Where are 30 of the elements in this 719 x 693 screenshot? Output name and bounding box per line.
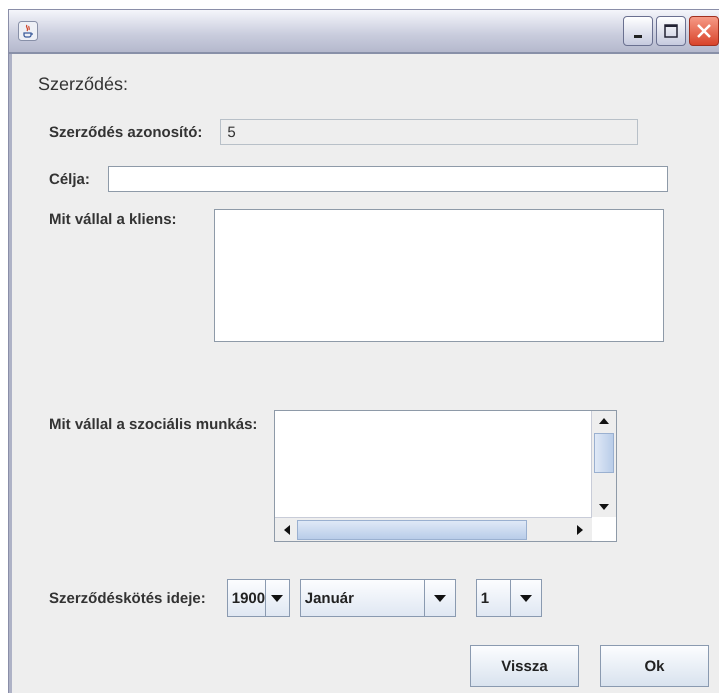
minimize-icon — [634, 34, 642, 38]
coffee-cup-icon — [18, 21, 38, 41]
close-button[interactable] — [689, 16, 719, 46]
scroll-thumb[interactable] — [297, 520, 528, 540]
section-heading: Szerződés: — [38, 74, 130, 95]
horizontal-scrollbar[interactable] — [275, 517, 592, 541]
dialog-button[interactable]: Vissza — [470, 645, 579, 687]
maximize-icon — [664, 24, 678, 38]
right-arrow-icon[interactable] — [576, 524, 584, 534]
caret-icon — [271, 594, 284, 602]
field-label: Célja: — [49, 170, 90, 188]
field-label: Mit vállal a kliens: — [49, 211, 177, 228]
caret-icon — [434, 594, 446, 602]
month-dropdown[interactable]: Január — [300, 579, 456, 617]
down-arrow-icon[interactable] — [599, 503, 610, 511]
year-dropdown[interactable]: 1900 — [226, 579, 290, 617]
left-arrow-icon[interactable] — [283, 524, 292, 534]
field-label: Mit vállal a szociális munkás: — [49, 416, 258, 433]
dialog-button[interactable]: Ok — [600, 645, 709, 687]
vertical-scrollbar[interactable] — [591, 411, 616, 517]
up-arrow-icon[interactable] — [599, 417, 610, 425]
field-label: Szerződés azonosító: — [49, 124, 202, 140]
maximize-button[interactable] — [656, 16, 686, 46]
day-dropdown[interactable]: 1 — [476, 579, 542, 617]
minimize-button[interactable] — [623, 16, 653, 46]
field-label: Szerződéskötés ideje: — [49, 590, 206, 606]
caret-icon — [520, 594, 532, 602]
close-icon — [696, 23, 712, 39]
scroll-thumb[interactable] — [594, 433, 614, 473]
input-field[interactable] — [108, 166, 668, 192]
